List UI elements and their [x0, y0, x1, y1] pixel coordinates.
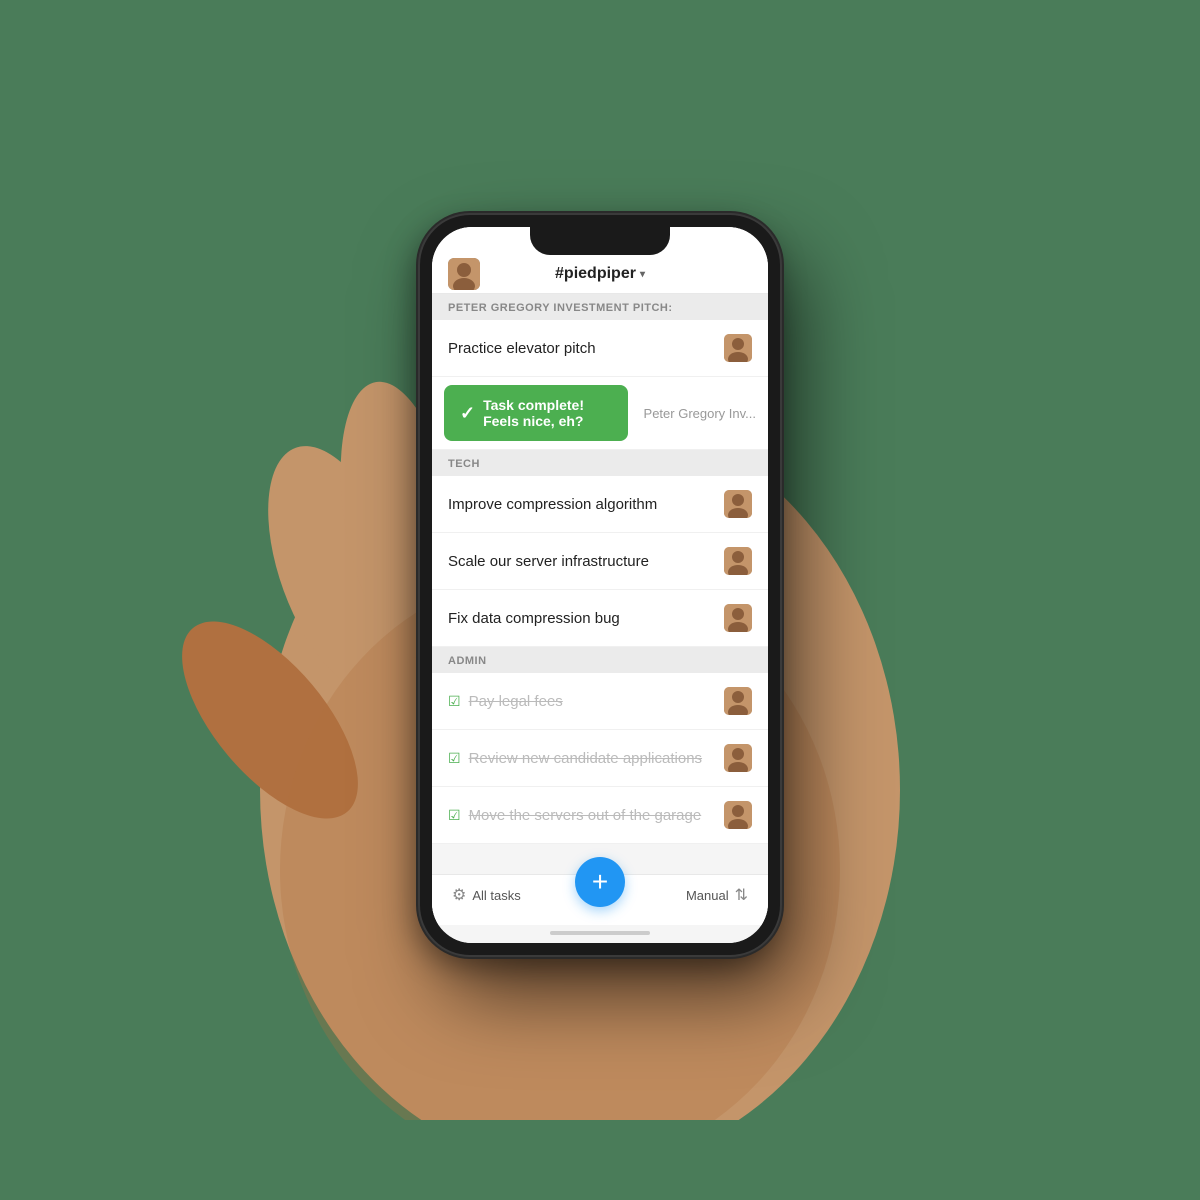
workspace-name: #piedpiper [555, 265, 636, 283]
nav-manual[interactable]: Manual ⇅ [686, 885, 748, 905]
checkbox-completed-icon: ☑ [448, 750, 461, 767]
task-text-completed: Review new candidate applications [469, 750, 724, 767]
task-item-toast[interactable]: ✓ Task complete! Feels nice, eh? Peter G… [432, 377, 768, 450]
toast-context: Peter Gregory Inv... [644, 406, 756, 421]
filter-icon: ⚙ [452, 885, 466, 905]
chevron-down-icon: ▾ [640, 269, 645, 280]
avatar [724, 801, 752, 829]
task-text: Fix data compression bug [448, 610, 724, 627]
task-text: Practice elevator pitch [448, 340, 724, 357]
avatar[interactable] [448, 258, 480, 290]
avatar [724, 687, 752, 715]
checkbox-completed-icon: ☑ [448, 693, 461, 710]
phone-screen: #piedpiper ▾ PETER GREGORY INVESTMENT PI… [432, 227, 768, 943]
notch [530, 227, 670, 255]
nav-all-tasks-label: All tasks [472, 888, 520, 903]
avatar [724, 490, 752, 518]
task-text-completed: Move the servers out of the garage [469, 807, 724, 824]
avatar [724, 547, 752, 575]
task-list: PETER GREGORY INVESTMENT PITCH: Practice… [432, 294, 768, 874]
toast-message: Task complete! Feels nice, eh? [483, 397, 611, 429]
avatar [724, 744, 752, 772]
home-indicator [550, 931, 650, 935]
screen-content: #piedpiper ▾ PETER GREGORY INVESTMENT PI… [432, 227, 768, 943]
bottom-nav: ⚙ All tasks + Manual ⇅ [432, 874, 768, 925]
section-header-tech: TECH [432, 450, 768, 476]
nav-manual-label: Manual [686, 888, 729, 903]
task-text: Improve compression algorithm [448, 496, 724, 513]
phone-shell: #piedpiper ▾ PETER GREGORY INVESTMENT PI… [420, 215, 780, 955]
nav-all-tasks[interactable]: ⚙ All tasks [452, 885, 521, 905]
checkbox-completed-icon: ☑ [448, 807, 461, 824]
task-item[interactable]: Improve compression algorithm [432, 476, 768, 533]
sort-icon: ⇅ [735, 885, 748, 905]
toast-notification: ✓ Task complete! Feels nice, eh? [444, 385, 628, 441]
task-item-completed[interactable]: ☑ Pay legal fees [432, 673, 768, 730]
avatar [724, 604, 752, 632]
check-icon: ✓ [460, 403, 475, 424]
task-text-completed: Pay legal fees [469, 693, 724, 710]
scene: #piedpiper ▾ PETER GREGORY INVESTMENT PI… [200, 100, 1000, 1100]
task-item[interactable]: Practice elevator pitch [432, 320, 768, 377]
avatar [724, 334, 752, 362]
task-item[interactable]: Fix data compression bug [432, 590, 768, 647]
task-item[interactable]: Scale our server infrastructure [432, 533, 768, 590]
phone: #piedpiper ▾ PETER GREGORY INVESTMENT PI… [420, 215, 780, 955]
task-text: Scale our server infrastructure [448, 553, 724, 570]
task-item-completed[interactable]: ☑ Move the servers out of the garage [432, 787, 768, 844]
plus-icon: + [592, 866, 608, 898]
add-task-button[interactable]: + [575, 857, 625, 907]
section-header-peter-gregory: PETER GREGORY INVESTMENT PITCH: [432, 294, 768, 320]
section-header-admin: ADMIN [432, 647, 768, 673]
task-item-completed[interactable]: ☑ Review new candidate applications [432, 730, 768, 787]
header-title[interactable]: #piedpiper ▾ [555, 265, 645, 283]
